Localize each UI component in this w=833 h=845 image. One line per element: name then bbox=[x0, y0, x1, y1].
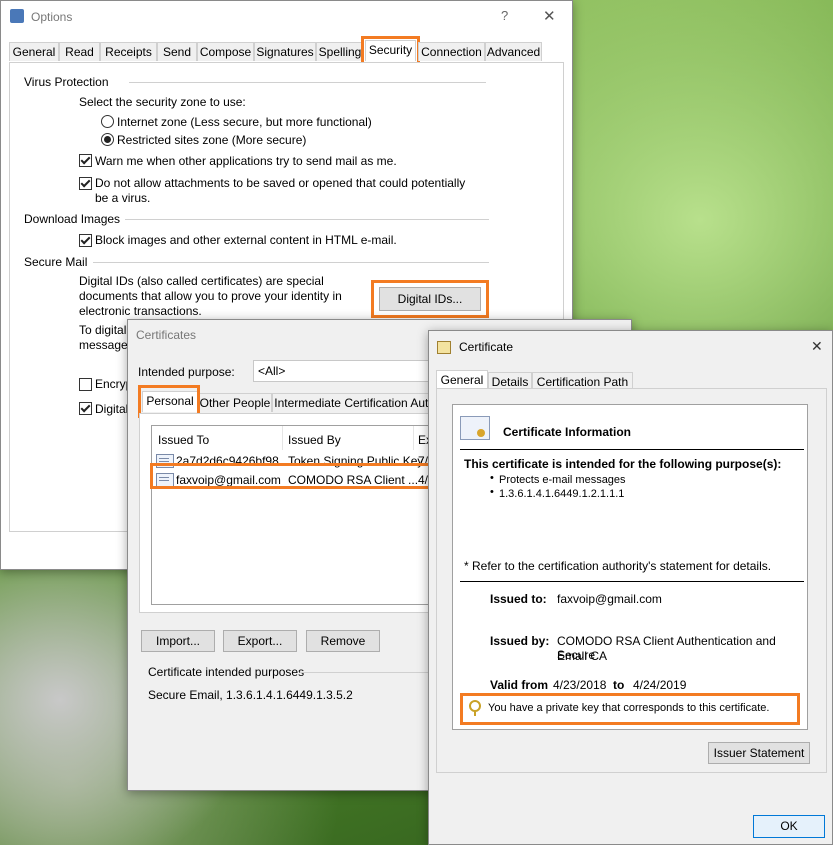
tab-intermediate-ca[interactable]: Intermediate Certification Autho bbox=[272, 393, 444, 412]
divider bbox=[129, 82, 486, 83]
zone-restricted-label: Restricted sites zone (More secure) bbox=[117, 133, 307, 147]
help-button[interactable]: ? bbox=[501, 8, 508, 23]
issued-by-value-line2: Email CA bbox=[557, 649, 608, 663]
certificate-info-box: Certificate Information This certificate… bbox=[452, 404, 808, 730]
digital-ids-button[interactable]: Digital IDs... bbox=[379, 287, 481, 311]
divider bbox=[300, 672, 430, 673]
tab-spelling[interactable]: Spelling bbox=[316, 42, 364, 61]
zone-internet-radio[interactable] bbox=[101, 115, 114, 128]
attachments-checkbox[interactable] bbox=[79, 177, 92, 190]
remove-button[interactable]: Remove bbox=[306, 630, 380, 652]
digital-ids-desc-line2: documents that allow you to prove your i… bbox=[79, 289, 342, 303]
valid-to-value: 4/24/2019 bbox=[633, 678, 687, 692]
close-icon[interactable]: ✕ bbox=[543, 7, 556, 25]
digital-ids-desc-line3: electronic transactions. bbox=[79, 304, 202, 318]
issued-by-label: Issued by: bbox=[490, 634, 550, 648]
export-button[interactable]: Export... bbox=[223, 630, 297, 652]
digitally-sign-checkbox[interactable] bbox=[79, 402, 92, 415]
digitally-sign-partial-label: Digital bbox=[95, 402, 129, 416]
tab-send[interactable]: Send bbox=[157, 42, 197, 61]
tab-read[interactable]: Read bbox=[59, 42, 100, 61]
certificate-title: Certificate bbox=[459, 340, 514, 354]
intended-purpose-label: Intended purpose: bbox=[138, 365, 235, 379]
issued-to-label: Issued to: bbox=[490, 592, 547, 606]
download-images-heading: Download Images bbox=[24, 212, 121, 226]
tab-general[interactable]: General bbox=[9, 42, 59, 61]
certificate-title-icon bbox=[437, 341, 451, 354]
tab-compose[interactable]: Compose bbox=[197, 42, 254, 61]
purposes-heading: Certificate intended purposes bbox=[148, 665, 305, 679]
divider bbox=[460, 449, 804, 450]
refer-note: * Refer to the certification authority's… bbox=[464, 559, 772, 573]
digital-ids-desc-line1: Digital IDs (also called certificates) a… bbox=[79, 274, 324, 288]
certificate-seal-icon bbox=[460, 416, 490, 440]
certificate-window: Certificate ✕ General Details Certificat… bbox=[428, 330, 833, 845]
column-divider bbox=[413, 426, 414, 450]
valid-from-value: 4/23/2018 bbox=[553, 678, 607, 692]
warn-label: Warn me when other applications try to s… bbox=[95, 154, 397, 168]
divider bbox=[93, 262, 489, 263]
valid-from-label: Valid from bbox=[490, 678, 549, 692]
attachments-label-line2: be a virus. bbox=[95, 191, 151, 205]
block-images-label: Block images and other external content … bbox=[95, 233, 397, 247]
selected-row-highlight bbox=[150, 463, 432, 489]
messages-partial-text: messages bbox=[79, 338, 134, 352]
block-images-checkbox[interactable] bbox=[79, 234, 92, 247]
purpose-item: Protects e-mail messages bbox=[499, 474, 626, 486]
tab-other-people[interactable]: Other People bbox=[198, 393, 272, 412]
secure-mail-heading: Secure Mail bbox=[24, 255, 88, 269]
key-icon-shaft bbox=[474, 710, 476, 716]
column-issued-to[interactable]: Issued To bbox=[158, 433, 209, 447]
zone-prompt: Select the security zone to use: bbox=[79, 95, 246, 109]
issued-to-value: faxvoip@gmail.com bbox=[557, 592, 662, 606]
close-icon[interactable]: ✕ bbox=[811, 338, 823, 355]
tab-receipts[interactable]: Receipts bbox=[100, 42, 157, 61]
certificate-info-heading: Certificate Information bbox=[503, 425, 632, 439]
private-key-highlight: You have a private key that corresponds … bbox=[460, 693, 800, 725]
column-divider bbox=[282, 426, 283, 450]
certificate-list[interactable]: Issued To Issued By Ex 2a7d2d6c9426bf98 … bbox=[151, 425, 433, 605]
warn-checkbox[interactable] bbox=[79, 154, 92, 167]
purposes-value: Secure Email, 1.3.6.1.4.1.6449.1.3.5.2 bbox=[148, 688, 353, 702]
seal-ribbon bbox=[477, 429, 485, 437]
certificate-tab-strip: General Details Certification Path bbox=[436, 370, 826, 391]
attachments-label-line1: Do not allow attachments to be saved or … bbox=[95, 176, 466, 190]
tab-connection[interactable]: Connection bbox=[418, 42, 485, 61]
encrypt-checkbox[interactable] bbox=[79, 378, 92, 391]
divider bbox=[125, 219, 489, 220]
options-title: Options bbox=[31, 10, 73, 24]
outlook-app-icon bbox=[10, 9, 24, 23]
purpose-item: 1.3.6.1.4.1.6449.1.2.1.1.1 bbox=[499, 488, 625, 500]
zone-internet-label: Internet zone (Less secure, but more fun… bbox=[117, 115, 372, 129]
private-key-note: You have a private key that corresponds … bbox=[488, 702, 770, 714]
column-issued-by[interactable]: Issued By bbox=[288, 433, 341, 447]
issuer-statement-button[interactable]: Issuer Statement bbox=[708, 742, 810, 764]
zone-restricted-radio[interactable] bbox=[101, 133, 114, 146]
intended-purposes-line: This certificate is intended for the fol… bbox=[464, 457, 782, 471]
options-tab-strip: General Read Receipts Send Compose Signa… bbox=[9, 36, 562, 65]
valid-to-label: to bbox=[613, 678, 625, 692]
tab-signatures[interactable]: Signatures bbox=[254, 42, 316, 61]
purpose-bullet: • bbox=[490, 486, 494, 498]
divider bbox=[460, 581, 804, 582]
virus-protection-heading: Virus Protection bbox=[24, 75, 109, 89]
tab-security[interactable]: Security bbox=[361, 36, 420, 65]
certificates-title: Certificates bbox=[136, 328, 197, 342]
to-digital-partial-text: To digital bbox=[79, 323, 127, 337]
ok-button[interactable]: OK bbox=[753, 815, 825, 838]
import-button[interactable]: Import... bbox=[141, 630, 215, 652]
purpose-bullet: • bbox=[490, 472, 494, 484]
tab-advanced[interactable]: Advanced bbox=[485, 42, 542, 61]
